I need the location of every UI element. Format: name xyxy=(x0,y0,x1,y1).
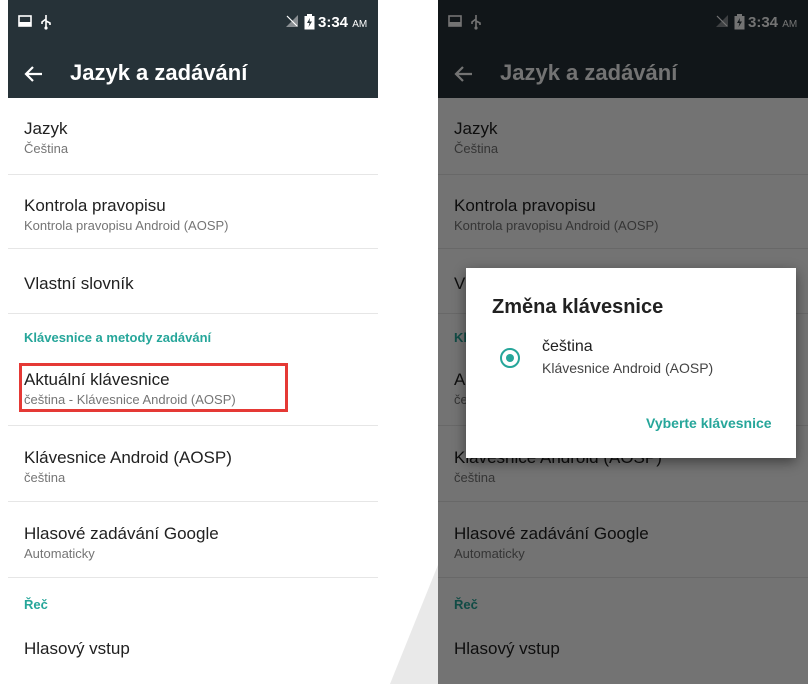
section-header-speech: Řeč xyxy=(24,597,48,612)
change-keyboard-dialog: Změna klávesnice čeština Klávesnice Andr… xyxy=(466,268,796,458)
setting-title: Kontrola pravopisu xyxy=(24,196,166,215)
choose-keyboards-button[interactable]: Vyberte klávesnice xyxy=(646,415,772,431)
clock: 3:34 AM xyxy=(318,14,368,31)
right-phone-screen: 3:34 AM Jazyk a zadávání Jazyk Čeština K… xyxy=(438,0,808,684)
screenshot-icon xyxy=(18,15,32,27)
divider xyxy=(8,313,378,314)
divider xyxy=(8,174,378,175)
radio-button-selected[interactable] xyxy=(500,348,520,368)
setting-title: Klávesnice Android (AOSP) xyxy=(24,448,232,467)
section-header-keyboards: Klávesnice a metody zadávání xyxy=(24,330,212,345)
page-title: Jazyk a zadávání xyxy=(70,60,248,85)
setting-title: Hlasový vstup xyxy=(24,639,130,658)
radio-dot xyxy=(506,354,514,362)
setting-title: Hlasové zadávání Google xyxy=(24,524,219,543)
divider xyxy=(8,577,378,578)
dialog-title: Změna klávesnice xyxy=(492,296,664,318)
status-bar: 3:34 AM xyxy=(8,0,378,50)
keyboard-option-title[interactable]: čeština xyxy=(542,338,593,356)
divider xyxy=(8,248,378,249)
setting-subtitle: Kontrola pravopisu Android (AOSP) xyxy=(24,218,229,233)
app-toolbar: Jazyk a zadávání xyxy=(8,50,378,98)
keyboard-option-subtitle: Klávesnice Android (AOSP) xyxy=(542,360,714,376)
battery-icon xyxy=(304,14,315,30)
highlight-box xyxy=(19,363,288,412)
divider xyxy=(8,425,378,426)
settings-list: Jazyk Čeština Kontrola pravopisu Kontrol… xyxy=(8,98,378,684)
watermark-shape xyxy=(390,560,440,684)
setting-subtitle: Čeština xyxy=(24,141,69,156)
usb-icon xyxy=(41,15,51,30)
setting-title: Vlastní slovník xyxy=(24,274,134,293)
setting-subtitle: Automaticky xyxy=(24,546,95,561)
divider xyxy=(8,501,378,502)
signal-muted-icon xyxy=(286,15,298,27)
setting-title: Jazyk xyxy=(24,119,68,138)
left-phone-screen: 3:34 AM Jazyk a zadávání Jazyk Čeština K… xyxy=(8,0,378,684)
back-arrow-icon[interactable] xyxy=(20,60,48,88)
setting-subtitle: čeština xyxy=(24,470,66,485)
